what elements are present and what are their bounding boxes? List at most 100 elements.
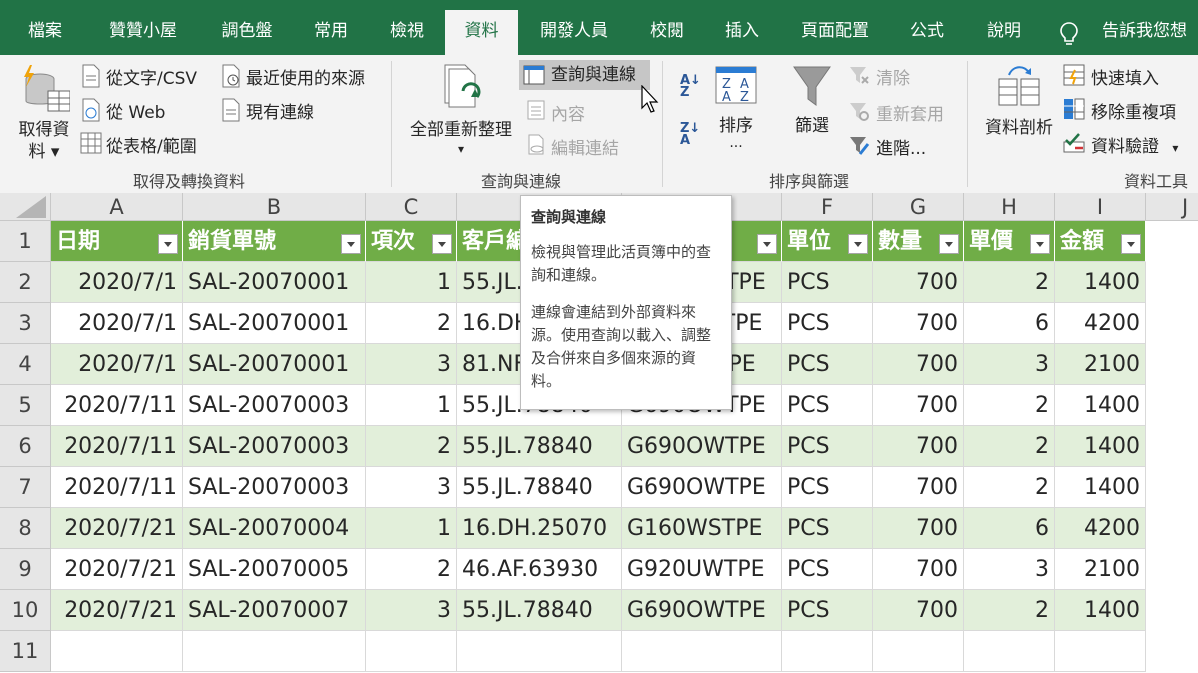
- cell-invoice-no[interactable]: SAL-20070003: [183, 467, 366, 508]
- cell-date[interactable]: 2020/7/11: [51, 467, 183, 508]
- cell-customer-no[interactable]: 55.JL.78840: [457, 590, 622, 631]
- tab-data[interactable]: 資料: [445, 10, 518, 55]
- sort-z-to-a-button[interactable]: Z↓ A: [680, 122, 700, 147]
- row-header[interactable]: 2: [0, 262, 51, 303]
- flash-fill-button[interactable]: 快速填入: [1063, 64, 1159, 89]
- cell-invoice-no[interactable]: SAL-20070001: [183, 303, 366, 344]
- cell-item-no[interactable]: 3: [366, 467, 457, 508]
- empty-cell[interactable]: [873, 631, 964, 672]
- table-header-date[interactable]: 日期: [51, 221, 183, 262]
- filter-button[interactable]: 篩選: [788, 65, 836, 165]
- cell-item-no[interactable]: 1: [366, 508, 457, 549]
- cell-invoice-no[interactable]: SAL-20070001: [183, 262, 366, 303]
- row-header[interactable]: 5: [0, 385, 51, 426]
- table-header-amount[interactable]: 金額: [1055, 221, 1146, 262]
- from-web-button[interactable]: 從 Web: [80, 98, 165, 123]
- cell-quantity[interactable]: 700: [873, 344, 964, 385]
- cell-amount[interactable]: 2100: [1055, 344, 1146, 385]
- cell-quantity[interactable]: 700: [873, 508, 964, 549]
- cell-amount[interactable]: 4200: [1055, 508, 1146, 549]
- cell-item-no[interactable]: 2: [366, 303, 457, 344]
- clear-filter-button[interactable]: 清除: [848, 64, 910, 89]
- filter-dropdown-icon[interactable]: [848, 234, 868, 254]
- row-header[interactable]: 9: [0, 549, 51, 590]
- sort-a-to-z-button[interactable]: A↓ Z: [680, 74, 701, 99]
- cell-item-no[interactable]: 2: [366, 426, 457, 467]
- cell-unit[interactable]: PCS: [782, 303, 873, 344]
- cell-quantity[interactable]: 700: [873, 590, 964, 631]
- tab-palette[interactable]: 調色盤: [212, 10, 282, 55]
- cell-unit[interactable]: PCS: [782, 467, 873, 508]
- cell-invoice-no[interactable]: SAL-20070001: [183, 344, 366, 385]
- cell-unit[interactable]: PCS: [782, 590, 873, 631]
- cell-amount[interactable]: 1400: [1055, 262, 1146, 303]
- cell-quantity[interactable]: 700: [873, 467, 964, 508]
- cell-unit-price[interactable]: 2: [964, 262, 1055, 303]
- tab-file[interactable]: 檔案: [14, 10, 76, 55]
- text-to-columns-button[interactable]: 資料剖析: [980, 63, 1058, 163]
- row-header[interactable]: 8: [0, 508, 51, 549]
- cell-unit-price[interactable]: 2: [964, 385, 1055, 426]
- column-header-j[interactable]: J: [1146, 193, 1198, 221]
- empty-cell[interactable]: [622, 631, 782, 672]
- filter-dropdown-icon[interactable]: [341, 234, 361, 254]
- tab-home[interactable]: 常用: [302, 10, 360, 55]
- existing-connections-button[interactable]: 現有連線: [220, 98, 314, 123]
- reapply-button[interactable]: 重新套用: [848, 100, 944, 125]
- cell-item-no[interactable]: 3: [366, 590, 457, 631]
- empty-cell[interactable]: [1055, 631, 1146, 672]
- cell-unit[interactable]: PCS: [782, 344, 873, 385]
- empty-cell[interactable]: [183, 631, 366, 672]
- edit-links-button[interactable]: 編輯連結: [527, 134, 619, 159]
- cell-date[interactable]: 2020/7/11: [51, 426, 183, 467]
- cell-customer-no[interactable]: 16.DH.25070: [457, 508, 622, 549]
- tab-page-layout[interactable]: 頁面配置: [790, 10, 880, 55]
- cell-unit[interactable]: PCS: [782, 508, 873, 549]
- tab-review[interactable]: 校閱: [638, 10, 696, 55]
- tab-formulas[interactable]: 公式: [898, 10, 956, 55]
- cell-product-no[interactable]: G690OWTPE: [622, 426, 782, 467]
- cell-date[interactable]: 2020/7/21: [51, 508, 183, 549]
- cell-amount[interactable]: 4200: [1055, 303, 1146, 344]
- cell-product-no[interactable]: G920UWTPE: [622, 549, 782, 590]
- cell-customer-no[interactable]: 55.JL.78840: [457, 467, 622, 508]
- tab-help[interactable]: 說明: [975, 10, 1033, 55]
- row-header[interactable]: 6: [0, 426, 51, 467]
- cell-unit-price[interactable]: 3: [964, 344, 1055, 385]
- row-header[interactable]: 3: [0, 303, 51, 344]
- cell-quantity[interactable]: 700: [873, 426, 964, 467]
- cell-invoice-no[interactable]: SAL-20070005: [183, 549, 366, 590]
- cell-date[interactable]: 2020/7/1: [51, 262, 183, 303]
- cell-invoice-no[interactable]: SAL-20070003: [183, 385, 366, 426]
- tab-developer[interactable]: 開發人員: [530, 10, 618, 55]
- table-header-unit-price[interactable]: 單價: [964, 221, 1055, 262]
- empty-cell[interactable]: [366, 631, 457, 672]
- empty-cell[interactable]: [51, 631, 183, 672]
- cell-unit-price[interactable]: 6: [964, 508, 1055, 549]
- cell-invoice-no[interactable]: SAL-20070004: [183, 508, 366, 549]
- cell-product-no[interactable]: G690OWTPE: [622, 590, 782, 631]
- filter-dropdown-icon[interactable]: [1121, 234, 1141, 254]
- refresh-all-button[interactable]: 全部重新整理 ▾: [404, 63, 518, 163]
- table-header-quantity[interactable]: 數量: [873, 221, 964, 262]
- sort-button[interactable]: Z A A Z 排序 ...: [710, 65, 762, 165]
- cell-date[interactable]: 2020/7/1: [51, 344, 183, 385]
- cell-unit[interactable]: PCS: [782, 426, 873, 467]
- properties-button[interactable]: 內容: [527, 100, 585, 125]
- cell-amount[interactable]: 1400: [1055, 590, 1146, 631]
- cell-item-no[interactable]: 1: [366, 262, 457, 303]
- cell-invoice-no[interactable]: SAL-20070007: [183, 590, 366, 631]
- from-text-csv-button[interactable]: 從文字/CSV: [80, 64, 197, 89]
- cell-invoice-no[interactable]: SAL-20070003: [183, 426, 366, 467]
- filter-dropdown-icon[interactable]: [757, 234, 777, 254]
- cell-unit[interactable]: PCS: [782, 262, 873, 303]
- column-header-g[interactable]: G: [873, 193, 964, 221]
- get-data-button[interactable]: 取得資 料 ▾: [14, 63, 74, 163]
- select-all-corner[interactable]: [0, 193, 51, 221]
- cell-date[interactable]: 2020/7/21: [51, 549, 183, 590]
- data-validation-button[interactable]: 資料驗證 ▾: [1063, 132, 1178, 157]
- cell-quantity[interactable]: 700: [873, 549, 964, 590]
- cell-amount[interactable]: 1400: [1055, 426, 1146, 467]
- tab-zanzan[interactable]: 贊贊小屋: [98, 10, 188, 55]
- cell-amount[interactable]: 1400: [1055, 385, 1146, 426]
